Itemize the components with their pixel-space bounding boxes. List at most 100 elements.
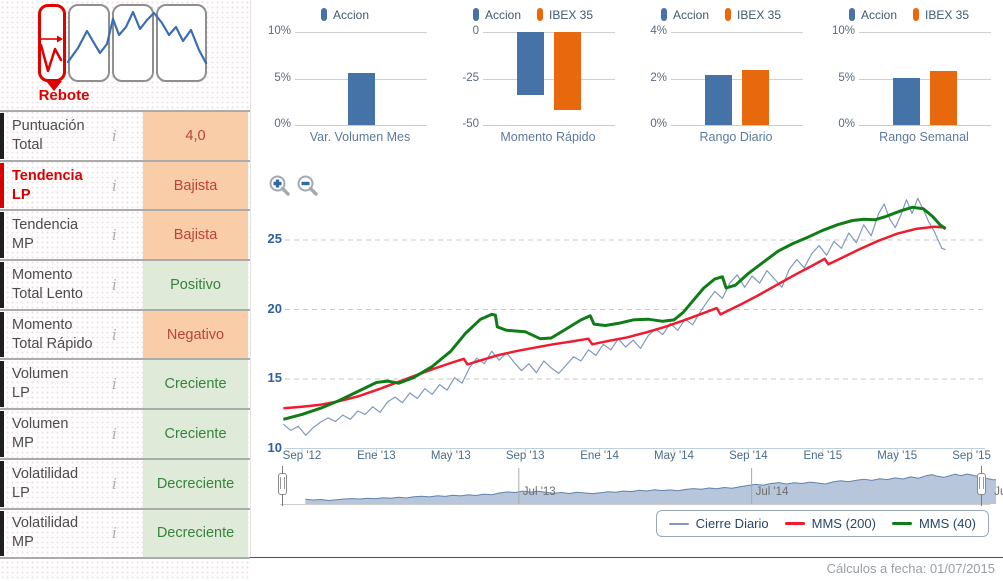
- sidebar-row-puntuacion-total: PuntuaciónTotali4,0: [0, 112, 250, 162]
- row-value: Decreciente: [143, 460, 248, 508]
- row-value: 4,0: [143, 112, 248, 160]
- legend-item-ibex-35[interactable]: IBEX 35: [537, 8, 593, 22]
- legend-item-ibex-35[interactable]: IBEX 35: [913, 8, 969, 22]
- mini-legend: Accion IBEX 35: [439, 8, 627, 22]
- row-value: Positivo: [143, 261, 248, 309]
- legend-label: Accion: [673, 8, 709, 22]
- zoom-out-button[interactable]: [296, 174, 320, 198]
- legend-marker-icon: [725, 8, 731, 21]
- legend-item-ibex-35[interactable]: IBEX 35: [725, 8, 781, 22]
- x-tick-label: Sep '15: [952, 450, 991, 462]
- y-axis-label: 20: [250, 301, 282, 316]
- x-tick-label: May '14: [654, 450, 694, 462]
- row-value: Negativo: [143, 311, 248, 359]
- y-tick-label: 0%: [817, 118, 855, 130]
- sidebar: Rebote PuntuaciónTotali4,0TendenciaLPiBa…: [0, 0, 250, 581]
- legend-marker-icon: [321, 8, 327, 21]
- sidebar-row-volumen-mp: VolumenMPiCreciente: [0, 410, 250, 460]
- row-label: VolatilidadMP: [12, 514, 78, 552]
- row-accent-bar: [0, 511, 4, 557]
- row-label: VolumenLP: [12, 365, 68, 403]
- row-label-line1: Volumen: [12, 365, 68, 384]
- row-value: Bajista: [143, 162, 248, 210]
- info-icon[interactable]: i: [112, 375, 117, 393]
- row-accent-bar: [0, 361, 4, 407]
- row-label-line1: Momento: [12, 316, 93, 335]
- mini-legend: Accion IBEX 35: [627, 8, 815, 22]
- x-tick-label: Sep '14: [729, 450, 768, 462]
- y-tick-label: 5%: [253, 72, 291, 84]
- price-chart-canvas: [250, 158, 1003, 470]
- legend-label: Accion: [861, 8, 897, 22]
- row-label-line1: Volumen: [12, 415, 68, 434]
- navigator-area-chart: [250, 466, 1003, 511]
- pattern-card-rebote[interactable]: [38, 4, 66, 82]
- navigator-label: Jul '13: [523, 486, 556, 498]
- navigator-label: Jul '14: [756, 486, 789, 498]
- pattern-card-2[interactable]: [68, 4, 110, 82]
- row-accent-bar: [0, 461, 4, 507]
- mini-chart-momento-rapido: AccionIBEX 35 0-25-50 Momento Rápido: [439, 0, 627, 158]
- legend-label: Accion: [485, 8, 521, 22]
- legend-item-accion[interactable]: Accion: [661, 8, 709, 22]
- row-label-line1: Momento: [12, 266, 83, 285]
- range-navigator[interactable]: Jul '13 Jul '14 Ju: [250, 466, 1003, 511]
- sidebar-row-tendencia-lp: TendenciaLP i Bajista: [0, 162, 250, 212]
- gridline: [859, 125, 991, 126]
- info-icon[interactable]: i: [112, 326, 117, 344]
- mini-legend: Accion IBEX 35: [815, 8, 1003, 22]
- info-icon[interactable]: i: [112, 475, 117, 493]
- legend-item-cierre-diario[interactable]: Cierre Diario: [669, 516, 769, 531]
- legend-item-mms-200-[interactable]: MMS (200): [785, 516, 876, 531]
- legend-item-mms-40-[interactable]: MMS (40): [892, 516, 976, 531]
- legend-item-accion[interactable]: Accion: [849, 8, 897, 22]
- legend-item-accion[interactable]: Accion: [321, 8, 369, 22]
- row-accent-bar: [0, 411, 4, 457]
- y-axis-label: 25: [250, 231, 282, 246]
- legend-label: IBEX 35: [737, 8, 781, 22]
- legend-label: Accion: [333, 8, 369, 22]
- gridline: [671, 32, 803, 33]
- row-label: MomentoTotal Lento: [12, 266, 83, 304]
- y-tick-label: -25: [441, 72, 479, 84]
- legend-label: Cierre Diario: [696, 516, 769, 531]
- info-icon[interactable]: i: [112, 276, 117, 294]
- zoom-in-button[interactable]: [268, 174, 292, 198]
- navigator-handle-right[interactable]: [977, 473, 986, 495]
- legend-marker-icon: [537, 8, 543, 21]
- pattern-card-4[interactable]: [156, 4, 207, 82]
- pattern-card-3[interactable]: [112, 4, 154, 82]
- row-label-line2: MP: [12, 533, 78, 552]
- info-icon[interactable]: i: [112, 226, 117, 244]
- info-icon[interactable]: i: [112, 177, 117, 195]
- row-value: Creciente: [143, 360, 248, 408]
- row-label-line1: Tendencia: [12, 216, 78, 235]
- navigator-handle-left[interactable]: [278, 473, 287, 495]
- row-value: Decreciente: [143, 510, 248, 558]
- handle-grip-icon: [979, 477, 984, 489]
- row-label: TendenciaLP: [12, 167, 83, 205]
- legend-marker-icon: [473, 8, 479, 21]
- legend-marker-icon: [661, 8, 667, 21]
- sidebar-row-volatilidad-lp: VolatilidadLPiDecreciente: [0, 460, 250, 510]
- info-icon[interactable]: i: [112, 524, 117, 542]
- gridline: [671, 79, 803, 80]
- navigator-label: Ju: [994, 486, 1003, 498]
- row-label-line1: Volatilidad: [12, 514, 78, 533]
- sidebar-row-volumen-lp: VolumenLP i Creciente: [0, 360, 250, 410]
- row-accent-bar: [0, 312, 4, 358]
- info-icon[interactable]: i: [112, 425, 117, 443]
- x-tick-label: Sep '12: [283, 450, 322, 462]
- mini-chart-title: Rango Diario: [657, 130, 815, 144]
- bar-ibex-35: [742, 70, 769, 125]
- bar-accion: [893, 78, 920, 125]
- info-icon[interactable]: i: [112, 127, 117, 145]
- mini-plot: 0-25-50: [483, 32, 615, 125]
- mini-chart-rango-diario: AccionIBEX 35 0%2%4% Rango Diario: [627, 0, 815, 158]
- mini-plot: 0%5%10%: [859, 32, 991, 125]
- legend-item-accion[interactable]: Accion: [473, 8, 521, 22]
- row-label-line2: Total Lento: [12, 285, 83, 304]
- row-label-line1: Puntuación: [12, 117, 85, 136]
- row-label-line2: Total Rápido: [12, 335, 93, 354]
- legend-label: MMS (200): [812, 516, 876, 531]
